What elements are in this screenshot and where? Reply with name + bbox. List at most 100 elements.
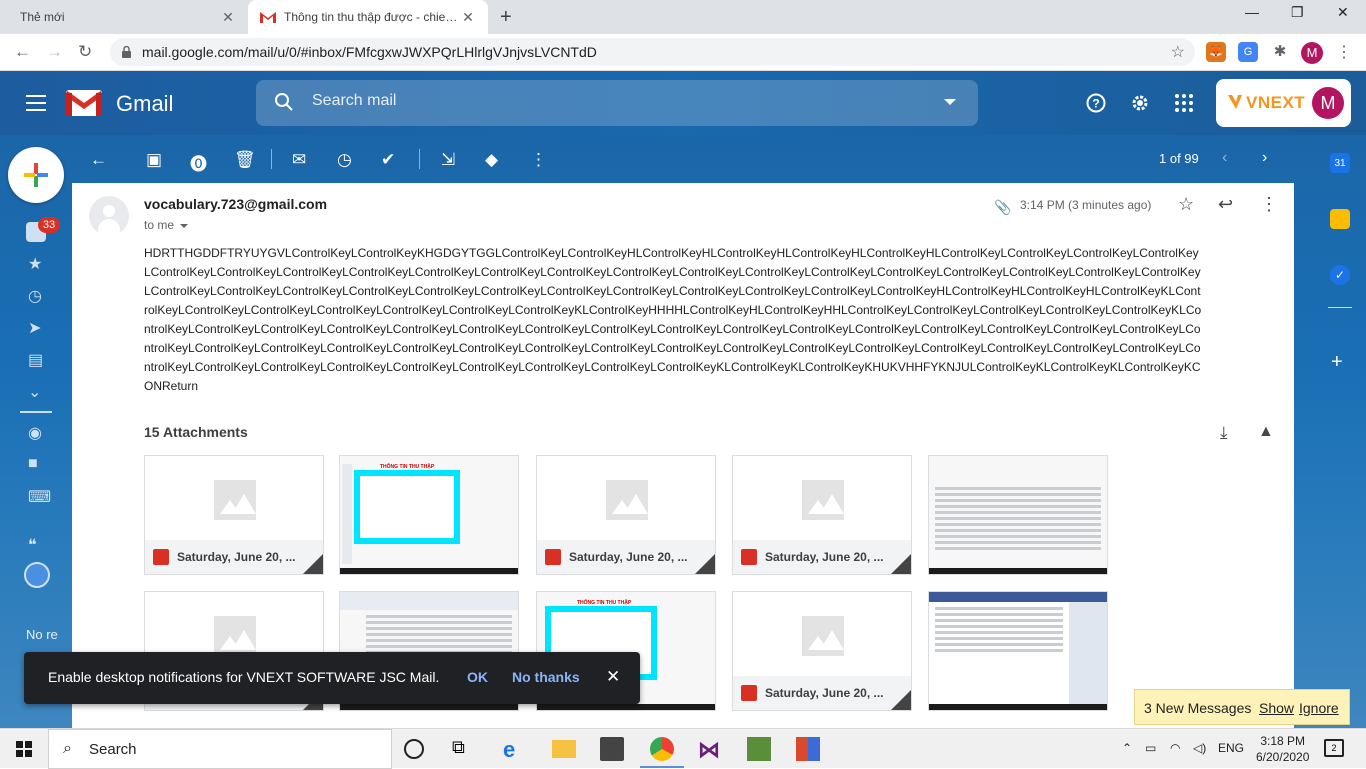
system-clock[interactable]: 3:18 PM 6/20/2020 <box>1256 733 1309 765</box>
newer-chevron-left-icon[interactable]: ‹ <box>1222 149 1227 167</box>
back-to-inbox-icon[interactable]: ← <box>90 150 107 170</box>
show-hidden-icons-chevron-icon[interactable]: ⌃ <box>1122 741 1132 755</box>
label-icon[interactable]: ◆ <box>485 150 498 170</box>
cortana-icon[interactable] <box>404 739 424 759</box>
search-icon[interactable] <box>274 92 294 117</box>
add-addon-plus-icon[interactable]: + <box>1331 351 1343 374</box>
search-options-caret-icon[interactable] <box>944 99 956 105</box>
add-to-tasks-icon[interactable]: ✔ <box>381 150 395 170</box>
calendar-icon[interactable]: 31 <box>1330 153 1350 173</box>
attachment-card[interactable]: Saturday, June 20, ... <box>732 591 912 711</box>
visual-studio-icon[interactable]: ⋈ <box>698 737 722 762</box>
tab-new-tab[interactable]: Thẻ mới ✕ <box>8 0 248 34</box>
battery-icon[interactable]: ▭ <box>1145 741 1156 755</box>
gmail-logo-icon[interactable] <box>64 90 104 116</box>
attachment-card[interactable]: Saturday, June 20, ... <box>144 455 324 575</box>
image-placeholder-icon <box>606 480 648 520</box>
sender-email[interactable]: vocabulary.723@gmail.com <box>144 196 327 212</box>
more-actions-icon[interactable]: ⋮ <box>530 150 547 170</box>
attachment-screenshot[interactable] <box>928 591 1108 711</box>
video-camera-icon[interactable]: ■ <box>28 455 38 473</box>
apps-grid-icon[interactable] <box>1174 93 1194 119</box>
minimize-icon[interactable]: — <box>1245 4 1259 20</box>
drafts-icon[interactable]: ▤ <box>28 350 43 370</box>
show-link[interactable]: Show <box>1259 700 1294 716</box>
metamask-extension-icon[interactable]: 🦊 <box>1206 42 1226 62</box>
translate-extension-icon[interactable]: G <box>1238 42 1258 62</box>
store-icon[interactable] <box>600 737 624 761</box>
image-placeholder-icon <box>214 480 256 520</box>
gmail-wordmark[interactable]: Gmail <box>116 91 173 117</box>
keep-icon[interactable] <box>1330 209 1350 229</box>
snooze-clock-icon[interactable]: ◷ <box>337 150 352 170</box>
meet-icon[interactable]: ◉ <box>28 423 42 443</box>
download-all-icon[interactable]: ⤓ <box>1220 423 1228 443</box>
snoozed-clock-icon[interactable]: ◷ <box>28 286 42 306</box>
new-tab-plus-icon[interactable]: + <box>500 6 512 29</box>
help-icon[interactable]: ? <box>1086 93 1106 119</box>
search-input[interactable] <box>312 92 912 110</box>
close-snackbar-icon[interactable]: ✕ <box>606 667 620 687</box>
details-caret-icon[interactable] <box>180 223 189 228</box>
close-tab-icon[interactable]: ✕ <box>460 9 476 26</box>
account-brand-box[interactable]: VNEXT M <box>1216 79 1351 127</box>
media-app-icon[interactable] <box>796 737 820 761</box>
enable-notifications-ok-button[interactable]: OK <box>467 669 488 685</box>
save-to-drive-icon[interactable]: ▲ <box>1258 423 1274 441</box>
side-panel-divider <box>1328 307 1352 308</box>
tasks-icon[interactable]: ✓ <box>1330 265 1350 285</box>
no-thanks-button[interactable]: No thanks <box>512 669 580 685</box>
attachment-card[interactable]: Saturday, June 20, ... <box>732 455 912 575</box>
close-window-icon[interactable]: ✕ <box>1337 4 1349 21</box>
notepad-plus-icon[interactable] <box>747 737 771 761</box>
account-avatar[interactable]: M <box>1312 87 1344 119</box>
starred-icon[interactable]: ★ <box>28 254 42 274</box>
back-arrow-icon[interactable]: ← <box>14 42 31 62</box>
restore-icon[interactable]: ❐ <box>1291 4 1304 21</box>
keyboard-icon[interactable]: ⌨ <box>28 487 51 507</box>
ignore-link[interactable]: Ignore <box>1299 700 1339 716</box>
attachment-card[interactable]: Saturday, June 20, ... <box>536 455 716 575</box>
reload-icon[interactable]: ↻ <box>78 42 92 62</box>
reply-icon[interactable]: ↩ <box>1218 194 1233 215</box>
edge-browser-icon[interactable]: e <box>503 737 527 762</box>
mark-unread-icon[interactable]: ✉ <box>292 150 306 170</box>
forward-arrow-icon[interactable]: → <box>46 42 63 62</box>
star-icon[interactable]: ☆ <box>1178 194 1194 215</box>
browser-menu-icon[interactable]: ⋮ <box>1336 42 1352 62</box>
action-center-icon[interactable]: 2 <box>1324 739 1344 757</box>
search-bar[interactable] <box>256 80 978 126</box>
more-chevron-down-icon[interactable]: ⌄ <box>28 382 41 402</box>
tab-gmail[interactable]: Thông tin thu thập được - chiennd@vnext.… <box>248 0 488 34</box>
wifi-icon[interactable]: ◠ <box>1170 741 1180 755</box>
volume-icon[interactable]: ◁) <box>1193 741 1206 755</box>
extensions-puzzle-icon[interactable]: ✱ <box>1270 42 1290 62</box>
chrome-icon[interactable] <box>650 737 674 761</box>
omnibox[interactable]: mail.google.com/mail/u/0/#inbox/FMfcgxwJ… <box>110 38 1195 66</box>
windows-start-icon[interactable] <box>16 741 32 757</box>
delete-trash-icon[interactable]: 🗑 <box>234 150 256 170</box>
attachment-screenshot[interactable] <box>928 455 1108 575</box>
sender-avatar[interactable] <box>89 196 129 236</box>
task-view-icon[interactable]: ⧉ <box>452 737 476 761</box>
move-to-icon[interactable]: ⇲ <box>441 150 455 170</box>
archive-icon[interactable]: ▣ <box>146 150 162 170</box>
message-more-icon[interactable]: ⋮ <box>1260 194 1278 215</box>
attachment-name: Saturday, June 20, ... <box>765 550 884 564</box>
close-tab-icon[interactable]: ✕ <box>220 9 236 26</box>
sent-icon[interactable]: ➤ <box>28 318 41 338</box>
attachment-screenshot[interactable]: THÔNG TIN THU THẬP <box>339 455 519 575</box>
browser-profile-avatar[interactable]: M <box>1301 42 1323 64</box>
recipient-details[interactable]: to me <box>144 218 189 232</box>
hangouts-user-avatar[interactable] <box>24 562 50 588</box>
report-spam-icon[interactable]: ⓿ <box>190 150 207 175</box>
older-chevron-right-icon[interactable]: › <box>1262 149 1267 167</box>
file-explorer-icon[interactable] <box>552 740 576 758</box>
settings-gear-icon[interactable] <box>1130 93 1150 119</box>
taskbar-search-box[interactable]: ⌕ Search <box>48 729 392 769</box>
hangouts-icon[interactable]: ❝ <box>28 535 37 555</box>
main-menu-icon[interactable] <box>26 95 46 111</box>
compose-button[interactable] <box>8 147 64 203</box>
bookmark-star-icon[interactable]: ☆ <box>1171 42 1185 62</box>
input-language[interactable]: ENG <box>1218 741 1244 755</box>
